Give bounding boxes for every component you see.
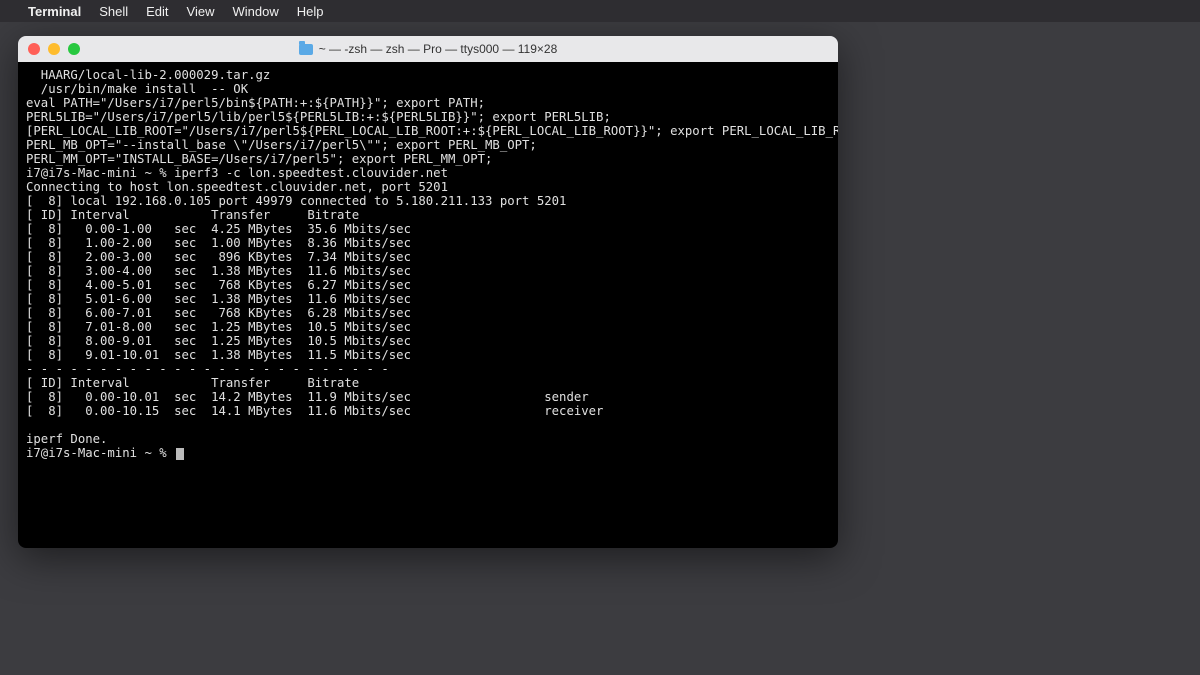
window-title: ~ — -zsh — zsh — Pro — ttys000 — 119×28 [18,42,838,56]
folder-icon [299,44,313,55]
minimize-button[interactable] [48,43,60,55]
menu-edit[interactable]: Edit [146,4,168,19]
maximize-button[interactable] [68,43,80,55]
terminal-output[interactable]: HAARG/local-lib-2.000029.tar.gz /usr/bin… [18,62,838,548]
desktop: Fishing PlanetAlien IsolationSeven Citie… [0,22,1200,675]
menu-bar[interactable]: Terminal Shell Edit View Window Help [0,0,1200,22]
window-titlebar[interactable]: ~ — -zsh — zsh — Pro — ttys000 — 119×28 [18,36,838,62]
terminal-window[interactable]: ~ — -zsh — zsh — Pro — ttys000 — 119×28 … [18,36,838,548]
menu-view[interactable]: View [187,4,215,19]
close-button[interactable] [28,43,40,55]
menu-help[interactable]: Help [297,4,324,19]
menu-window[interactable]: Window [233,4,279,19]
menu-shell[interactable]: Shell [99,4,128,19]
cursor [176,448,184,460]
window-title-text: ~ — -zsh — zsh — Pro — ttys000 — 119×28 [319,42,558,56]
traffic-lights [28,43,80,55]
menu-app[interactable]: Terminal [28,4,81,19]
